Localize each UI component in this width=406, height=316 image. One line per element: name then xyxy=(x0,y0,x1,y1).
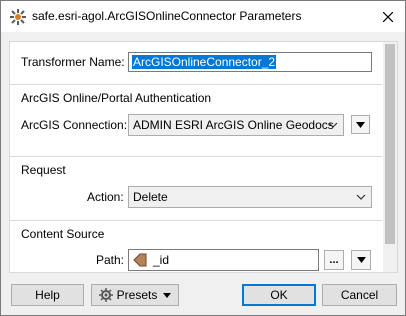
ok-button[interactable]: OK xyxy=(242,284,316,306)
attribute-icon xyxy=(133,253,147,267)
authentication-group: ArcGIS Online/Portal Authentication ArcG… xyxy=(10,84,382,157)
chevron-down-icon xyxy=(356,194,366,200)
transformer-name-input[interactable]: ArcGISOnlineConnector_2 xyxy=(128,52,372,72)
parameters-dialog: safe.esri-agol.ArcGISOnlineConnector Par… xyxy=(0,0,406,316)
content-source-group: Content Source Path: _id ... xyxy=(10,220,382,273)
action-select[interactable]: Delete xyxy=(128,186,372,208)
path-label: Path: xyxy=(96,253,125,267)
help-button[interactable]: Help xyxy=(11,284,84,306)
presets-button-label: Presets xyxy=(116,288,158,302)
request-group-title: Request xyxy=(21,163,66,177)
close-icon xyxy=(383,11,393,22)
dialog-body: Transformer Name: ArcGISOnlineConnector_… xyxy=(2,33,404,315)
window-title: safe.esri-agol.ArcGISOnlineConnector Par… xyxy=(32,9,302,23)
triangle-down-icon xyxy=(356,257,366,263)
presets-button[interactable]: Presets xyxy=(91,284,179,306)
help-button-label: Help xyxy=(35,288,60,302)
ok-button-label: OK xyxy=(270,288,288,302)
transformer-name-label: Transformer Name: xyxy=(21,55,125,69)
triangle-down-icon xyxy=(163,292,172,298)
gear-icon xyxy=(98,288,113,302)
path-input[interactable]: _id xyxy=(128,249,319,271)
parameters-scroll-area[interactable]: Transformer Name: ArcGISOnlineConnector_… xyxy=(9,41,398,273)
transformer-name-value: ArcGISOnlineConnector_2 xyxy=(132,55,277,69)
chevron-down-icon xyxy=(328,122,338,128)
path-value: _id xyxy=(153,253,170,267)
arcgis-connection-select[interactable]: ADMIN ESRI ArcGIS Online Geodocs xyxy=(128,114,344,136)
request-group: Request Action: Delete xyxy=(10,156,382,221)
path-menu-button[interactable] xyxy=(351,250,371,270)
arcgis-connection-value: ADMIN ESRI ArcGIS Online Geodocs xyxy=(133,118,334,132)
content-source-group-title: Content Source xyxy=(21,227,105,241)
scrollbar-thumb[interactable] xyxy=(385,44,395,244)
triangle-down-icon xyxy=(356,121,365,128)
action-label: Action: xyxy=(87,190,124,204)
fme-transformer-icon xyxy=(10,9,26,25)
connection-menu-button[interactable] xyxy=(351,115,370,134)
close-button[interactable] xyxy=(371,1,405,32)
cancel-button-label: Cancel xyxy=(340,288,379,302)
vertical-scrollbar[interactable] xyxy=(383,42,397,272)
arcgis-connection-label: ArcGIS Connection: xyxy=(21,118,128,132)
title-bar: safe.esri-agol.ArcGISOnlineConnector Par… xyxy=(1,1,405,32)
cancel-button[interactable]: Cancel xyxy=(322,284,397,306)
path-ellipsis-button[interactable]: ... xyxy=(324,250,344,270)
authentication-group-title: ArcGIS Online/Portal Authentication xyxy=(21,91,212,105)
action-value: Delete xyxy=(133,190,168,204)
ellipsis-label: ... xyxy=(329,254,339,266)
